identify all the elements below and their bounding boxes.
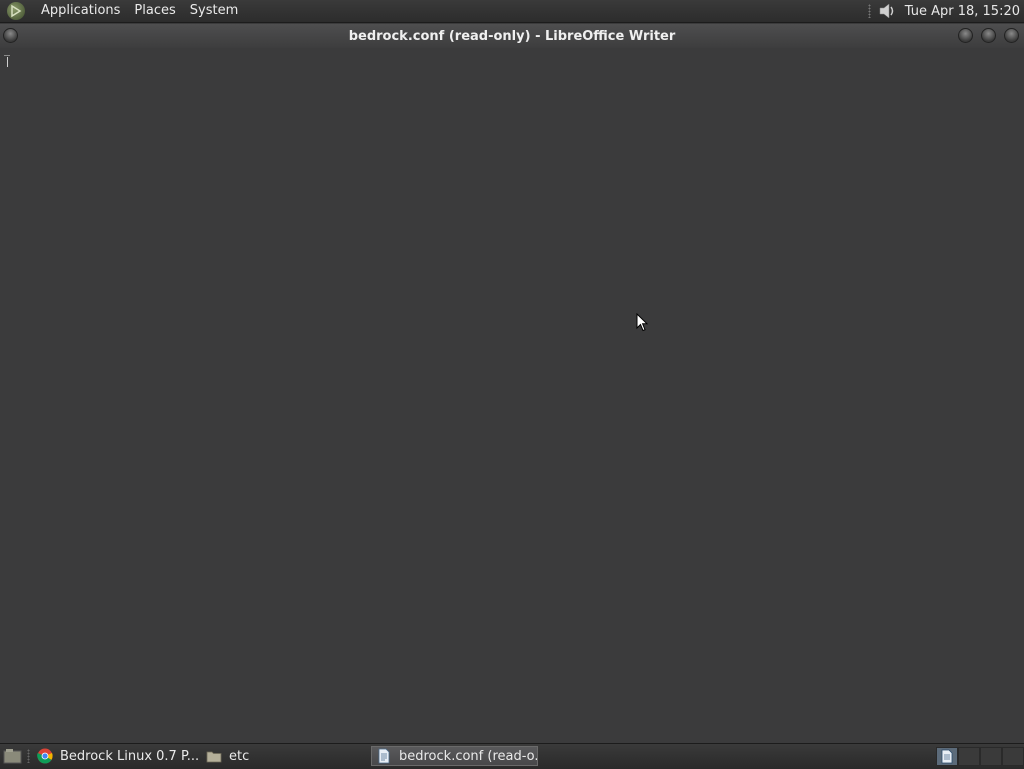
panel-handle[interactable] [27, 749, 30, 763]
taskbar-item-label: bedrock.conf (read-o... [399, 748, 538, 764]
top-panel: Applications Places System Tue Apr 18, 1… [0, 0, 1024, 23]
taskbar-item-label: Bedrock Linux 0.7 P... [60, 748, 199, 764]
bottom-panel: Bedrock Linux 0.7 P... etc bedrock.conf … [0, 743, 1024, 769]
workspace-1[interactable] [936, 747, 958, 766]
document-icon [378, 748, 390, 764]
folder-icon [206, 751, 222, 763]
mouse-pointer-icon [636, 313, 648, 332]
document-area[interactable] [0, 48, 1024, 742]
window-title: bedrock.conf (read-only) - LibreOffice W… [348, 28, 676, 44]
close-button[interactable] [1004, 28, 1019, 43]
distro-logo-icon[interactable] [7, 2, 25, 20]
document-icon [941, 749, 953, 764]
chrome-icon [37, 748, 53, 764]
panel-handle[interactable] [867, 4, 871, 18]
workspace-2[interactable] [958, 747, 980, 766]
minimize-button[interactable] [958, 28, 973, 43]
applications-menu[interactable]: Applications [34, 0, 127, 22]
clock[interactable]: Tue Apr 18, 15:20 [905, 4, 1020, 19]
taskbar-item-file-manager[interactable]: etc [206, 746, 306, 766]
volume-icon[interactable] [877, 1, 897, 21]
maximize-button[interactable] [981, 28, 996, 43]
window-menu-button[interactable] [3, 28, 18, 43]
taskbar-item-writer[interactable]: bedrock.conf (read-o... [371, 746, 538, 766]
cursor-tick [4, 55, 10, 56]
window-titlebar[interactable]: bedrock.conf (read-only) - LibreOffice W… [0, 24, 1024, 48]
workspace-4[interactable] [1002, 747, 1024, 766]
text-cursor [7, 57, 8, 67]
workspace-3[interactable] [980, 747, 1002, 766]
system-menu[interactable]: System [183, 0, 245, 22]
show-desktop-icon[interactable] [3, 748, 22, 764]
top-panel-tray: Tue Apr 18, 15:20 [867, 0, 1020, 22]
places-menu[interactable]: Places [127, 0, 182, 22]
taskbar-item-label: etc [229, 748, 250, 764]
taskbar-item-browser[interactable]: Bedrock Linux 0.7 P... [37, 746, 199, 766]
